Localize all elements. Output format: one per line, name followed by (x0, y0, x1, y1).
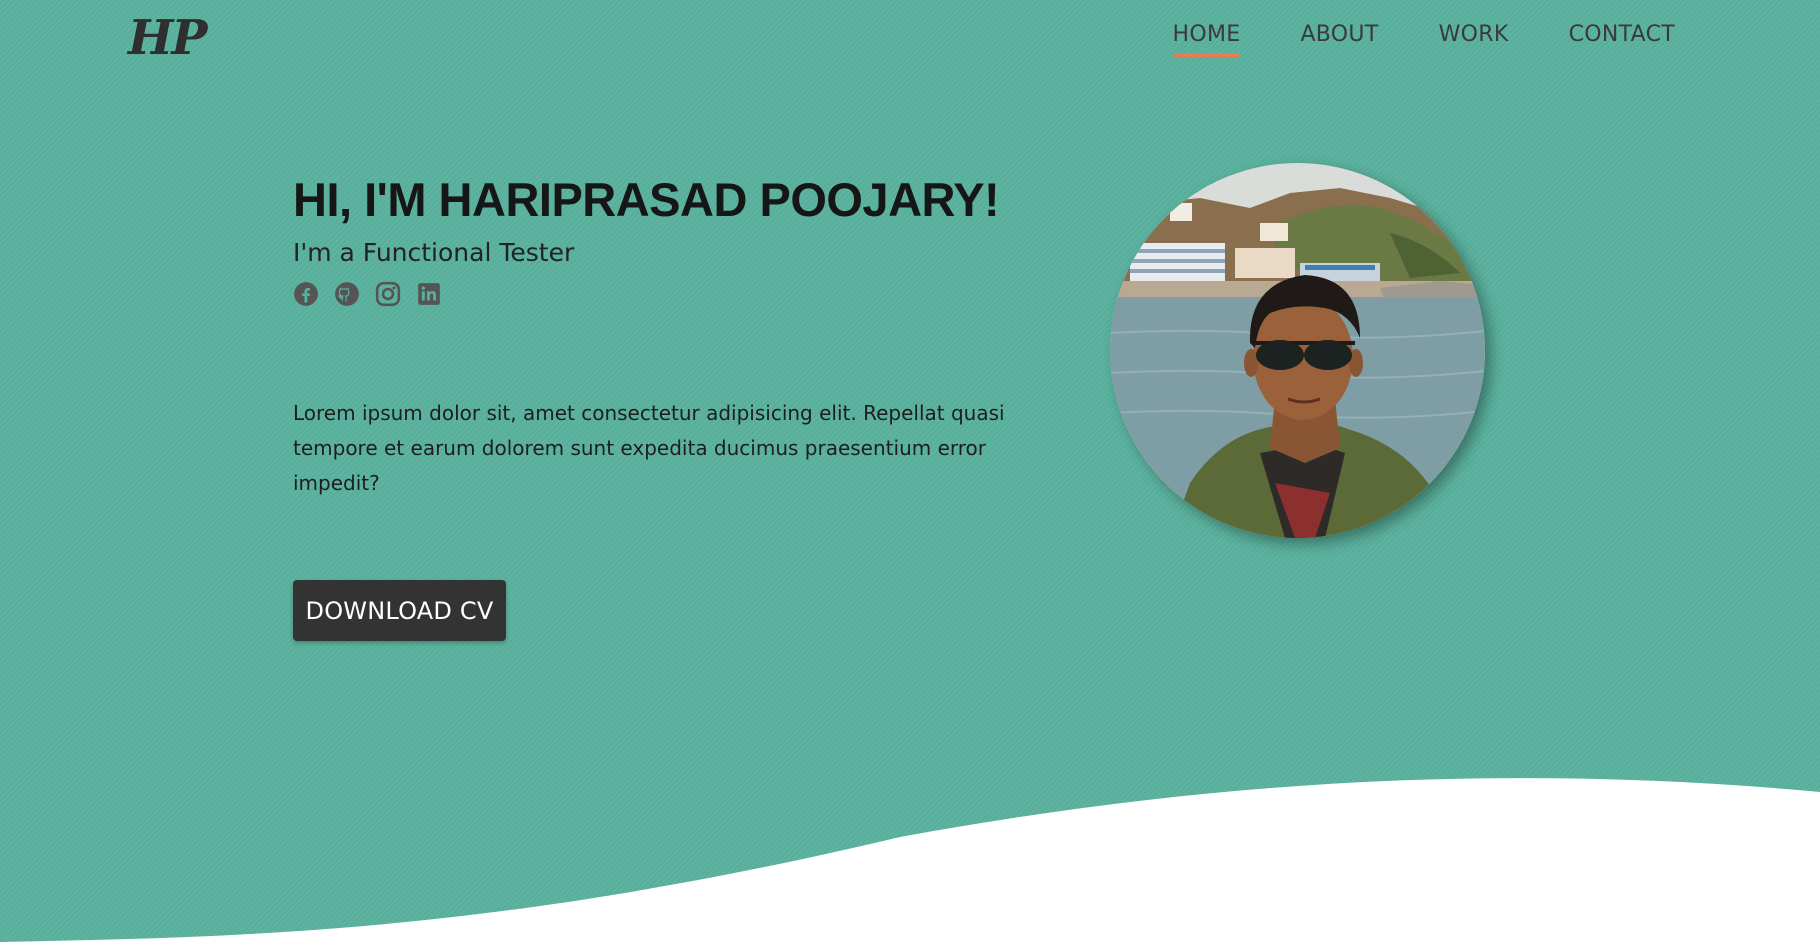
facebook-icon (294, 282, 318, 306)
facebook-link[interactable] (293, 281, 319, 307)
download-cv-button[interactable]: DOWNLOAD CV (293, 580, 506, 641)
wave-divider (0, 778, 1820, 947)
nav-item-about[interactable]: ABOUT (1300, 22, 1378, 57)
nav-item-home[interactable]: HOME (1172, 22, 1241, 57)
logo[interactable]: HP (128, 10, 207, 66)
github-icon (335, 282, 359, 306)
linkedin-icon (418, 283, 440, 305)
main-nav: HOME ABOUT WORK CONTACT (1172, 22, 1676, 57)
social-links (293, 281, 442, 307)
hero-title: HI, I'M HARIPRASAD POOJARY! (293, 173, 1000, 226)
instagram-link[interactable] (375, 281, 401, 307)
linkedin-link[interactable] (416, 281, 442, 307)
github-link[interactable] (334, 281, 360, 307)
profile-photo (1110, 163, 1485, 538)
profile-photo-image (1110, 163, 1485, 538)
hero-description: Lorem ipsum dolor sit, amet consectetur … (293, 401, 1005, 495)
hero-subtitle: I'm a Functional Tester (293, 238, 575, 267)
nav-item-work[interactable]: WORK (1439, 22, 1509, 57)
instagram-icon (375, 281, 401, 307)
page: HP HOME ABOUT WORK CONTACT HI, I'M HARIP… (0, 0, 1820, 947)
nav-item-contact[interactable]: CONTACT (1569, 22, 1675, 57)
